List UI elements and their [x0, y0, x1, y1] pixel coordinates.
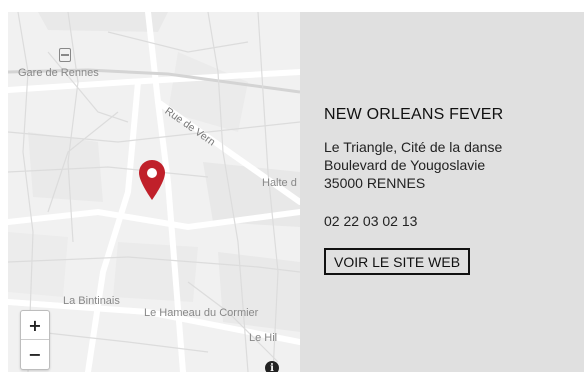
map[interactable]: Gare de Rennes Rue de Vern Halte d La Bi… [8, 12, 300, 372]
zoom-in-button[interactable]: + [21, 311, 49, 340]
info-icon[interactable]: i [265, 361, 279, 372]
zoom-out-button[interactable]: − [21, 340, 49, 369]
venue-phone: 02 22 03 02 13 [324, 213, 418, 229]
map-label-bintinais: La Bintinais [63, 295, 120, 307]
map-label-halt: Halte d [262, 177, 297, 189]
address-line: Le Triangle, Cité de la danse [324, 139, 503, 155]
map-pin-icon[interactable] [138, 159, 166, 201]
map-label-station: Gare de Rennes [18, 67, 99, 79]
address-line: Boulevard de Yougoslavie [324, 157, 486, 173]
map-label-hameau: Le Hameau du Cormier [144, 307, 259, 319]
venue-card: Gare de Rennes Rue de Vern Halte d La Bi… [8, 12, 584, 372]
venue-address: Le Triangle, Cité de la danse Boulevard … [324, 138, 502, 192]
zoom-control: + − [20, 310, 50, 370]
address-line: 35000 RENNES [324, 175, 426, 191]
website-button[interactable]: VOIR LE SITE WEB [324, 248, 471, 275]
train-icon-detail [61, 54, 69, 56]
venue-info-panel: NEW ORLEANS FEVER Le Triangle, Cité de l… [300, 12, 584, 372]
venue-name: NEW ORLEANS FEVER [324, 106, 504, 123]
map-label-hil: Le Hil [249, 332, 278, 344]
